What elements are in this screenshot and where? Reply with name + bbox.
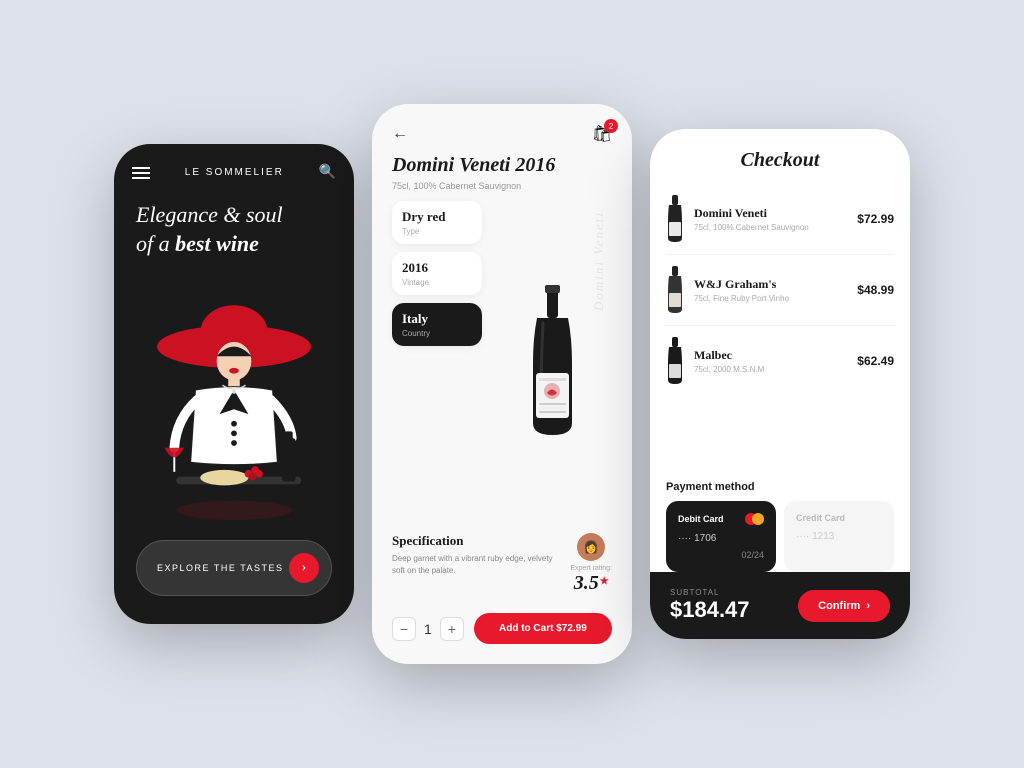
type-label: Type: [402, 227, 472, 236]
item-2-info: W&J Graham's 75cl, Fine Ruby Port Vinho: [694, 277, 847, 303]
checkout-footer: SUBTOTAL $184.47 Confirm ›: [650, 572, 910, 639]
confirm-button[interactable]: Confirm ›: [798, 590, 890, 622]
phone-checkout: Checkout Domini Veneti 75cl, 100% Cabern…: [650, 129, 910, 639]
expert-label: Expert rating:: [570, 565, 612, 572]
debit-card-number: ···· 1706: [678, 533, 764, 544]
explore-button[interactable]: EXPLORE THE TASTES ›: [136, 540, 332, 596]
debit-card[interactable]: Debit Card ···· 1706 02/24: [666, 501, 776, 572]
back-button[interactable]: ←: [392, 125, 408, 143]
rating-star: ★: [600, 576, 609, 587]
qty-decrease-button[interactable]: −: [392, 617, 416, 641]
spec-title: Specification: [392, 533, 560, 549]
item-1-price: $72.99: [857, 212, 894, 226]
checkout-item-1: Domini Veneti 75cl, 100% Cabernet Sauvig…: [666, 184, 894, 255]
checkout-items: Domini Veneti 75cl, 100% Cabernet Sauvig…: [650, 184, 910, 473]
phone-landing: LE SOMMELIER 🔍 Elegance & soul of a best…: [114, 144, 354, 624]
item-1-desc: 75cl, 100% Cabernet Sauvignon: [694, 223, 847, 232]
type-value: Dry red: [402, 209, 472, 225]
explore-arrow-icon: ›: [289, 553, 319, 583]
item-1-info: Domini Veneti 75cl, 100% Cabernet Sauvig…: [694, 206, 847, 232]
product-area: Dry red Type 2016 Vintage Italy Country …: [372, 201, 632, 525]
credit-card-label: Credit Card: [796, 513, 882, 523]
brand-name: LE SOMMELIER: [185, 167, 284, 178]
item-3-info: Malbec 75cl, 2000 M.S.N.M: [694, 348, 847, 374]
credit-card[interactable]: Credit Card ···· 1213: [784, 501, 894, 572]
specification-area: Specification Deep garnet with a vibrant…: [372, 525, 632, 603]
product-top-bar: ← 🛍 2: [372, 104, 632, 154]
payment-title: Payment method: [666, 481, 894, 493]
bottle-watermark: Domini Veneti: [591, 211, 607, 311]
add-to-cart-bar: − 1 + Add to Cart $72.99: [372, 603, 632, 664]
quantity-control: − 1 +: [392, 617, 464, 641]
expert-avatar: 👩: [577, 533, 605, 561]
country-value: Italy: [402, 311, 472, 327]
expert-rating: 3.5★: [570, 572, 612, 595]
item-2-name: W&J Graham's: [694, 277, 847, 292]
vintage-value: 2016: [402, 260, 472, 276]
subtotal-amount: $184.47: [670, 597, 750, 623]
item-1-name: Domini Veneti: [694, 206, 847, 221]
menu-icon[interactable]: [132, 167, 150, 179]
type-card[interactable]: Dry red Type: [392, 201, 482, 244]
qty-increase-button[interactable]: +: [440, 617, 464, 641]
debit-card-expiry: 02/24: [678, 550, 764, 560]
item-2-desc: 75cl, Fine Ruby Port Vinho: [694, 294, 847, 303]
country-card[interactable]: Italy Country: [392, 303, 482, 346]
cart-badge: 2: [604, 119, 618, 133]
spec-desc: Deep garnet with a vibrant ruby edge, ve…: [392, 553, 560, 577]
payment-cards: Debit Card ···· 1706 02/24 Credit Card ·…: [666, 501, 894, 572]
item-2-price: $48.99: [857, 283, 894, 297]
debit-card-label: Debit Card: [678, 513, 764, 525]
wine-title: Domini Veneti 2016: [372, 154, 632, 181]
item-3-name: Malbec: [694, 348, 847, 363]
checkout-item-3: Malbec 75cl, 2000 M.S.N.M $62.49: [666, 326, 894, 396]
vintage-card[interactable]: 2016 Vintage: [392, 252, 482, 295]
phone-product: ← 🛍 2 Domini Veneti 2016 75cl, 100% Cabe…: [372, 104, 632, 664]
subtotal-label: SUBTOTAL: [670, 588, 750, 597]
payment-section: Payment method Debit Card ···· 1706 02/2…: [650, 473, 910, 572]
wine-subtitle: 75cl, 100% Cabernet Sauvignon: [372, 181, 632, 201]
country-label: Country: [402, 329, 472, 338]
explore-label: EXPLORE THE TASTES: [157, 563, 284, 573]
cart-icon[interactable]: 🛍 2: [592, 124, 612, 144]
vintage-label: Vintage: [402, 278, 472, 287]
search-icon[interactable]: 🔍: [319, 164, 336, 181]
checkout-title: Checkout: [650, 129, 910, 184]
phone1-header: LE SOMMELIER 🔍: [114, 144, 354, 191]
hero-text: Elegance & soul of a best wine: [114, 191, 354, 258]
add-to-cart-button[interactable]: Add to Cart $72.99: [474, 613, 612, 644]
specs-column: Dry red Type 2016 Vintage Italy Country: [392, 201, 482, 525]
confirm-arrow-icon: ›: [866, 600, 870, 612]
item-3-desc: 75cl, 2000 M.S.N.M: [694, 365, 847, 374]
checkout-item-2: W&J Graham's 75cl, Fine Ruby Port Vinho …: [666, 255, 894, 326]
qty-value: 1: [424, 621, 432, 637]
mastercard-icon: [745, 513, 764, 525]
credit-card-number: ···· 1213: [796, 531, 882, 542]
item-3-price: $62.49: [857, 354, 894, 368]
woman-illustration: [114, 258, 354, 540]
bottle-column: Domini Veneti: [492, 201, 612, 525]
